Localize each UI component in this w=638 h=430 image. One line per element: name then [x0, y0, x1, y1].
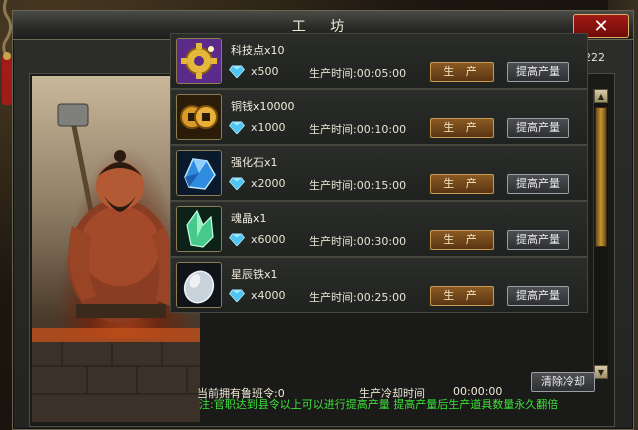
item-slot[interactable] [176, 38, 222, 84]
produce-button[interactable]: 生 产 [430, 230, 494, 250]
production-time: 生产时间:00:25:00 [309, 291, 407, 304]
diamond-icon [229, 289, 245, 302]
list-item: 科技点x10 x500 生产时间:00:05:00 生 产 提高产量 [170, 33, 588, 89]
cost-amount: x500 [251, 65, 279, 78]
item-cost: x4000 [229, 289, 286, 302]
scroll-down-icon[interactable]: ▼ [594, 365, 608, 379]
production-time: 生产时间:00:10:00 [309, 123, 407, 136]
item-name: 星辰铁x1 [231, 268, 278, 281]
produce-button[interactable]: 生 产 [430, 62, 494, 82]
diamond-icon [229, 121, 245, 134]
gear-stars-icon [177, 39, 221, 83]
list-item: 强化石x1 x2000 生产时间:00:15:00 生 产 提高产量 [170, 145, 588, 201]
item-name: 铜钱x10000 [231, 100, 295, 113]
list-item: 魂晶x1 x6000 生产时间:00:30:00 生 产 提高产量 [170, 201, 588, 257]
boost-output-button[interactable]: 提高产量 [507, 230, 569, 250]
item-slot[interactable] [176, 94, 222, 140]
list-item: 铜钱x10000 x1000 生产时间:00:10:00 生 产 提高产量 [170, 89, 588, 145]
list-item: 星辰铁x1 x4000 生产时间:00:25:00 生 产 提高产量 [170, 257, 588, 313]
produce-button[interactable]: 生 产 [430, 118, 494, 138]
copper-coins-icon [177, 95, 221, 139]
item-slot[interactable] [176, 150, 222, 196]
scroll-thumb[interactable] [595, 107, 607, 247]
production-list: 科技点x10 x500 生产时间:00:05:00 生 产 提高产量 铜钱x10… [170, 33, 590, 373]
clear-cooldown-button[interactable]: 清除冷却 [531, 372, 595, 392]
item-name: 魂晶x1 [231, 212, 267, 225]
cost-amount: x1000 [251, 121, 286, 134]
item-cost: x6000 [229, 233, 286, 246]
item-name: 强化石x1 [231, 156, 278, 169]
item-name: 科技点x10 [231, 44, 285, 57]
cost-amount: x2000 [251, 177, 286, 190]
scroll-up-icon[interactable]: ▲ [594, 89, 608, 103]
diamond-icon [229, 233, 245, 246]
diamond-icon [229, 177, 245, 190]
production-time: 生产时间:00:05:00 [309, 67, 407, 80]
item-slot[interactable] [176, 206, 222, 252]
boost-output-button[interactable]: 提高产量 [507, 62, 569, 82]
diamond-icon [229, 65, 245, 78]
cost-amount: x6000 [251, 233, 286, 246]
star-iron-icon [177, 263, 221, 307]
green-crystal-icon [177, 207, 221, 251]
produce-button[interactable]: 生 产 [430, 174, 494, 194]
list-scrollbar[interactable]: ▲ ▼ [593, 89, 608, 379]
boost-output-button[interactable]: 提高产量 [507, 118, 569, 138]
notice-text: 注:官职达到县令以上可以进行提高产量 提高产量后生产道具数量永久翻倍 [199, 398, 559, 411]
produce-button[interactable]: 生 产 [430, 286, 494, 306]
boost-output-button[interactable]: 提高产量 [507, 174, 569, 194]
item-cost: x1000 [229, 121, 286, 134]
boost-output-button[interactable]: 提高产量 [507, 286, 569, 306]
production-time: 生产时间:00:30:00 [309, 235, 407, 248]
blue-crystal-icon [177, 151, 221, 195]
item-slot[interactable] [176, 262, 222, 308]
item-cost: x2000 [229, 177, 286, 190]
cost-amount: x4000 [251, 289, 286, 302]
item-cost: x500 [229, 65, 279, 78]
production-time: 生产时间:00:15:00 [309, 179, 407, 192]
workshop-window: 工 坊 ✕ 794222 [12, 10, 634, 430]
